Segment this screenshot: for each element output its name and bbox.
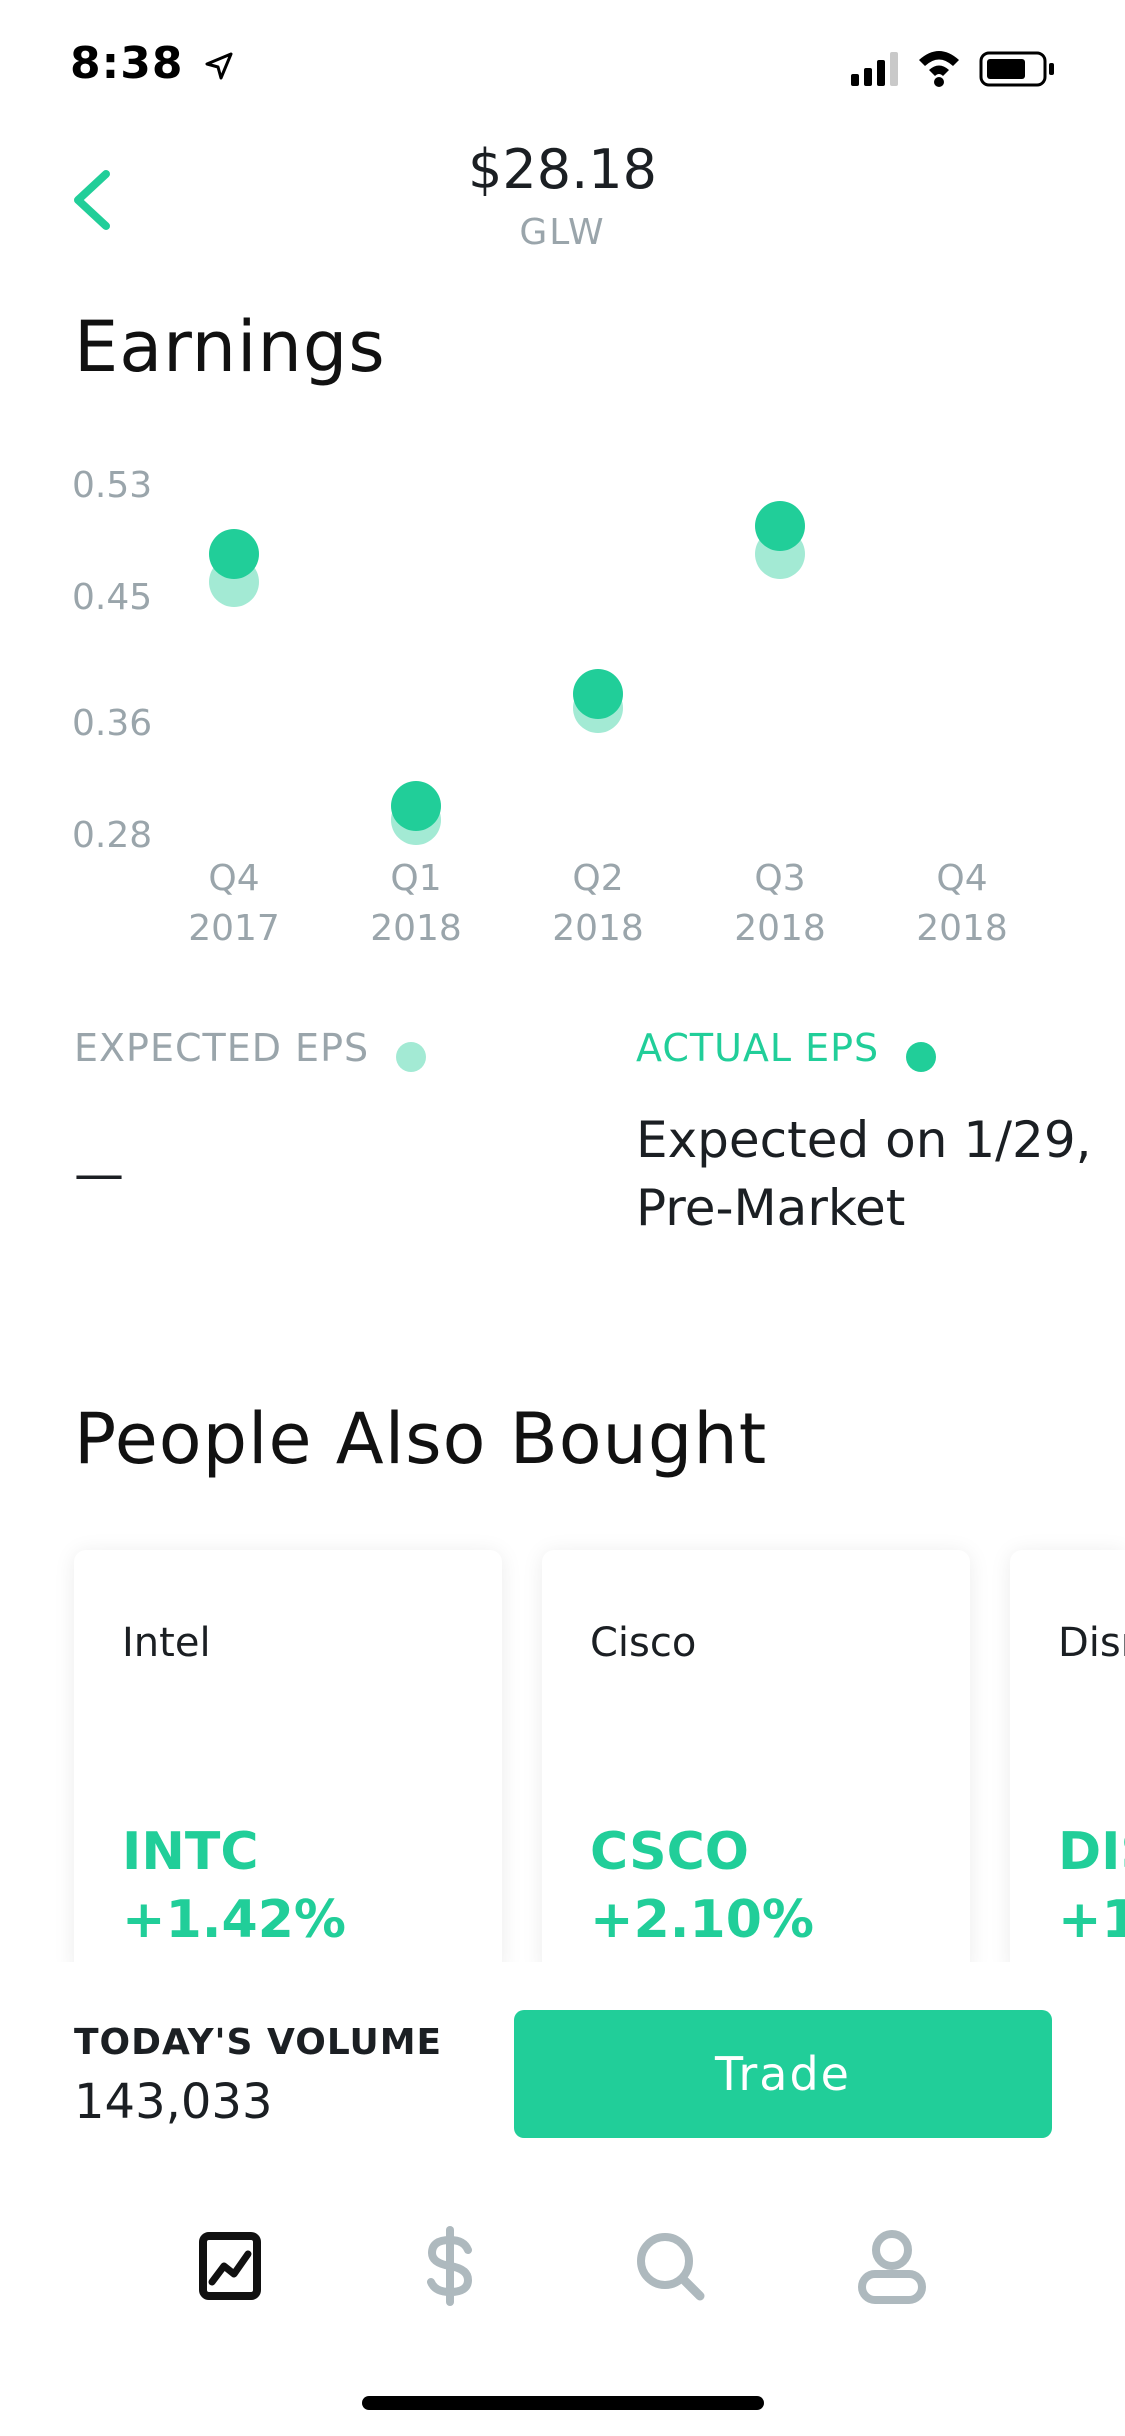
y-tick-label: 0.28 <box>72 815 152 856</box>
card-ticker: CSCO <box>590 1822 749 1882</box>
actual-eps-dot <box>906 1041 937 1072</box>
volume-label: TODAY'S VOLUME <box>74 2022 443 2063</box>
x-tick-label: Q4 <box>208 858 259 899</box>
card-name: Intel <box>122 1620 211 1666</box>
card-change: +1.5% <box>1058 1890 1125 1950</box>
expected-eps-dot <box>396 1041 427 1072</box>
tab-cash[interactable] <box>410 2226 490 2306</box>
card-name: Disney <box>1058 1620 1125 1666</box>
stock-card-cisco[interactable]: Cisco CSCO +2.10% <box>542 1550 970 1980</box>
header-ticker: GLW <box>519 212 606 253</box>
earnings-title: Earnings <box>74 306 386 388</box>
header-price: $28.18 <box>468 138 657 201</box>
battery-icon <box>979 51 1054 87</box>
card-change: +1.42% <box>122 1890 346 1950</box>
actual-eps-point <box>573 669 623 719</box>
search-icon <box>637 2233 705 2301</box>
x-tick-label: Q3 <box>754 858 805 899</box>
location-arrow-icon <box>205 52 233 80</box>
x-tick-label: 2018 <box>552 908 644 949</box>
expected-eps-value: — <box>74 1145 124 1203</box>
status-time: 8:38 <box>70 38 234 89</box>
x-tick-label: 2018 <box>734 908 826 949</box>
stock-card-intel[interactable]: Intel INTC +1.42% <box>74 1550 502 1980</box>
tab-portfolio[interactable] <box>190 2226 270 2306</box>
trade-button[interactable]: Trade <box>514 2010 1052 2138</box>
volume-value: 143,033 <box>74 2074 273 2130</box>
x-tick-label: Q4 <box>936 858 987 899</box>
actual-eps-point <box>755 501 805 551</box>
x-tick-label: Q1 <box>390 858 441 899</box>
y-tick-label: 0.53 <box>72 465 152 506</box>
x-tick-label: 2018 <box>370 908 462 949</box>
expected-eps-legend: EXPECTED EPS <box>74 1026 427 1072</box>
actual-eps-value-line1: Expected on 1/29, <box>636 1111 1092 1169</box>
tab-search[interactable] <box>630 2226 710 2306</box>
cellular-signal-icon <box>851 52 898 86</box>
card-ticker: INTC <box>122 1822 259 1882</box>
x-tick-label: 2017 <box>188 908 280 949</box>
earnings-chart: 0.53 0.45 0.36 0.28 Q4 2017 Q1 2018 Q2 2018 Q3 2018… <box>72 465 1008 949</box>
status-icons <box>851 44 1081 94</box>
people-also-bought-title: People Also Bought <box>74 1398 768 1480</box>
x-tick-label: 2018 <box>916 908 1008 949</box>
actual-eps-value: Expected on 1/29, Pre-Market <box>636 1106 1092 1242</box>
dollar-icon <box>427 2226 473 2306</box>
y-tick-label: 0.45 <box>72 577 152 618</box>
actual-eps-point <box>391 781 441 831</box>
card-change: +2.10% <box>590 1890 814 1950</box>
x-tick-label: Q2 <box>572 858 623 899</box>
expected-eps-label: EXPECTED EPS <box>74 1026 370 1070</box>
card-name: Cisco <box>590 1620 697 1666</box>
actual-eps-label: ACTUAL EPS <box>636 1026 880 1070</box>
actual-eps-legend: ACTUAL EPS <box>636 1026 937 1072</box>
stock-card-disney[interactable]: Disney DIS +1.5% <box>1010 1550 1125 1980</box>
chart-icon <box>199 2232 261 2300</box>
wifi-icon <box>919 51 959 87</box>
y-tick-label: 0.36 <box>72 703 152 744</box>
home-indicator <box>362 2396 764 2410</box>
actual-eps-point <box>209 529 259 579</box>
card-ticker: DIS <box>1058 1822 1125 1882</box>
actual-eps-value-line2: Pre-Market <box>636 1179 906 1237</box>
status-time-text: 8:38 <box>70 38 184 89</box>
tab-account[interactable] <box>852 2226 932 2306</box>
account-icon <box>858 2230 926 2304</box>
